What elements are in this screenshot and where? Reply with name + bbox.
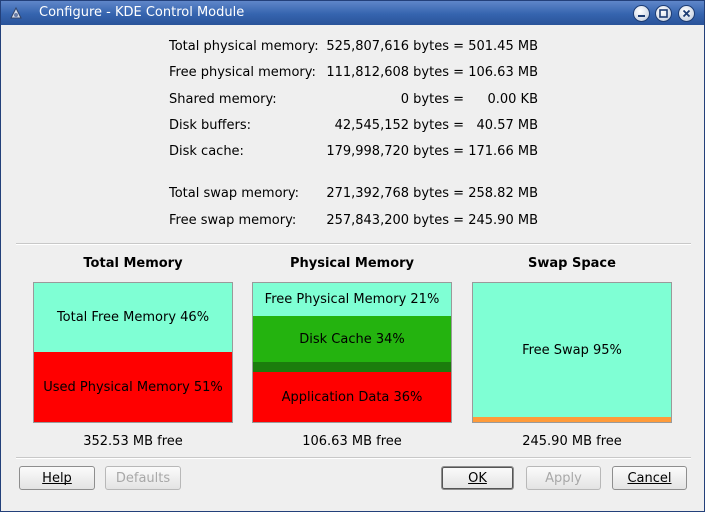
divider [16,243,691,245]
title-bar[interactable]: Configure - KDE Control Module [1,1,704,25]
ok-button[interactable]: OK [441,466,514,490]
chart-segment-disk-buffers [253,362,451,372]
info-bytes: 257,843,200 bytes = [326,213,464,228]
defaults-button[interactable]: Defaults [105,466,181,490]
swap-space-free-text: 245.90 MB free [522,434,622,449]
info-mb: 106.63 MB [468,65,538,80]
chart-segment-disk-cache: Disk Cache 34% [253,316,451,362]
kde-config-window: Configure - KDE Control Module Total phy… [0,0,705,512]
chart-title-swap-space: Swap Space [528,256,616,271]
info-mb: 0.00 KB [487,92,538,107]
close-icon [682,9,691,18]
info-bytes: 179,998,720 bytes = [326,144,464,159]
maximize-button[interactable] [655,5,672,22]
info-bytes: 525,807,616 bytes = [326,39,464,54]
chart-segment-free-swap: Free Swap 95% [473,283,671,417]
info-label: Free swap memory: [169,213,297,228]
memory-info-panel: Total physical memory: 525,807,616 bytes… [6,26,699,246]
physical-memory-free-text: 106.63 MB free [302,434,402,449]
info-bytes: 271,392,768 bytes = [326,186,464,201]
cancel-button[interactable]: Cancel [612,466,687,490]
chart-title-physical-memory: Physical Memory [289,256,415,271]
info-mb: 245.90 MB [468,213,538,228]
chart-segment-free-physical: Free Physical Memory 21% [253,283,451,316]
info-mb: 258.82 MB [468,186,538,201]
chart-segment-used: Used Physical Memory 51% [34,352,232,422]
help-button-label: Help [42,470,72,486]
maximize-icon [659,9,668,18]
swap-space-chart: Free Swap 95% [472,282,672,423]
divider [16,457,691,459]
defaults-button-label: Defaults [115,470,171,486]
info-mb: 40.57 MB [476,118,538,133]
window-title: Configure - KDE Control Module [39,5,245,20]
chart-segment-used-swap [473,417,671,422]
info-label: Disk buffers: [169,118,251,133]
chart-segment-application-data: Application Data 36% [253,372,451,422]
chart-segment-free: Total Free Memory 46% [34,283,232,352]
total-memory-free-text: 352.53 MB free [83,434,183,449]
info-bytes: 42,545,152 bytes = [334,118,464,133]
minimize-button[interactable] [633,5,650,22]
physical-memory-chart: Free Physical Memory 21% Disk Cache 34% … [252,282,452,423]
close-button[interactable] [678,5,695,22]
info-label: Shared memory: [169,92,277,107]
apply-button-label: Apply [545,470,582,486]
info-label: Free physical memory: [169,65,316,80]
chart-title-total-memory: Total Memory [83,256,183,271]
minimize-icon [638,15,645,17]
info-mb: 171.66 MB [468,144,538,159]
client-area: Total physical memory: 525,807,616 bytes… [6,26,699,506]
info-bytes: 0 bytes = [400,92,464,107]
info-mb: 501.45 MB [468,39,538,54]
apply-button[interactable]: Apply [526,466,601,490]
info-label: Disk cache: [169,144,244,159]
cancel-button-label: Cancel [627,470,672,486]
info-label: Total swap memory: [169,186,299,201]
info-label: Total physical memory: [169,39,319,54]
info-bytes: 111,812,608 bytes = [326,65,464,80]
kde-config-icon[interactable] [8,5,24,21]
ok-button-label: OK [468,470,487,486]
help-button[interactable]: Help [19,466,95,490]
total-memory-chart: Total Free Memory 46% Used Physical Memo… [33,282,233,423]
